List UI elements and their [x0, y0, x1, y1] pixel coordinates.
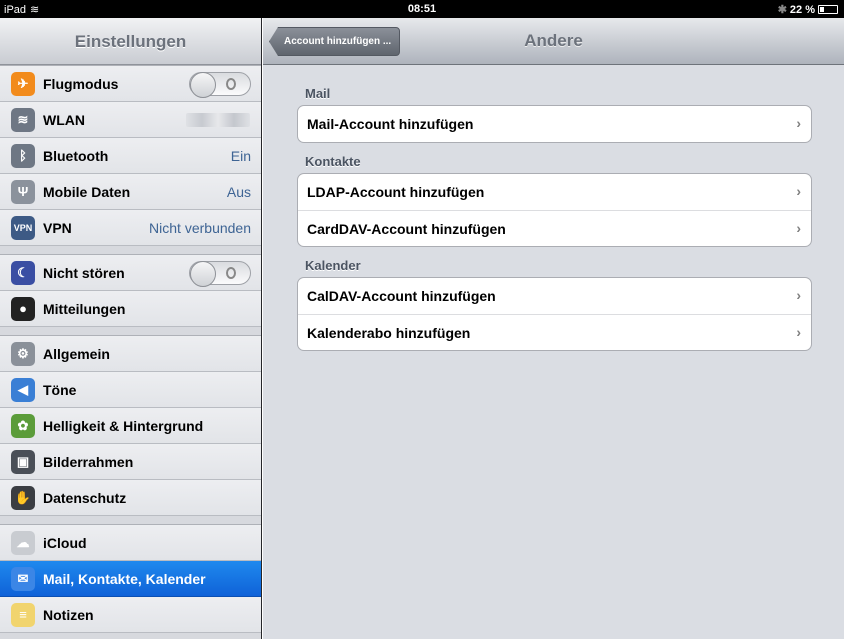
group-gap	[0, 246, 261, 254]
sidebar-item-flugmodus[interactable]: ✈ Flugmodus	[0, 66, 261, 102]
sidebar-title: Einstellungen	[0, 18, 261, 65]
flower-icon: ✿	[11, 413, 35, 438]
sidebar-item-notizen[interactable]: ≡ Notizen	[0, 597, 261, 633]
sidebar-item-bluetooth[interactable]: ᛒ Bluetooth Ein	[0, 138, 261, 174]
hand-icon: ✋	[11, 485, 35, 510]
sidebar-item-nicht-stören[interactable]: ☾ Nicht stören	[0, 255, 261, 291]
toggle-off-indicator	[226, 266, 236, 279]
sidebar-item-label: Helligkeit & Hintergrund	[43, 417, 204, 434]
mail-icon: ✉	[11, 566, 35, 591]
picture-frame-icon: ▣	[11, 449, 35, 474]
battery-icon	[818, 5, 838, 14]
section-card: CalDAV-Account hinzufügen › Kalenderabo hi…	[297, 277, 812, 351]
status-bar: iPad ≋ 08:51 ✱ 22 %	[0, 0, 844, 18]
navigation-bar: Account hinzufügen ... Andere	[263, 18, 844, 65]
settings-sidebar: Einstellungen ✈ Flugmodus ≋ WLAN ᛒ Bluetooth E…	[0, 18, 262, 639]
vpn-icon: VPN	[11, 215, 35, 240]
sidebar-item-label: iCloud	[43, 534, 87, 551]
sidebar-group: ✈ Flugmodus ≋ WLAN ᛒ Bluetooth Ein Ψ Mobile Date…	[0, 65, 261, 246]
antenna-icon: Ψ	[11, 179, 35, 204]
row-label: CalDAV-Account hinzufügen	[307, 288, 496, 304]
sidebar-item-label: Bluetooth	[43, 147, 109, 164]
sidebar-item-mail-kontakte-kalender[interactable]: ✉ Mail, Kontakte, Kalender	[0, 561, 261, 597]
sidebar-item-label: Mobile Daten	[43, 183, 131, 200]
row-label: Mail-Account hinzufügen	[307, 116, 474, 132]
chevron-right-icon: ›	[796, 287, 801, 303]
row-caldav-account-hinzuf-gen[interactable]: CalDAV-Account hinzufügen ›	[298, 278, 811, 314]
section-label: Kalender	[305, 258, 361, 273]
toggle-knob	[190, 260, 216, 287]
sidebar-item-label: Mail, Kontakte, Kalender	[43, 570, 206, 587]
flugmodus-toggle[interactable]	[189, 71, 251, 98]
bluetooth-status-icon: ✱	[777, 4, 787, 16]
sidebar-item-label: Töne	[43, 381, 77, 398]
section-kalender: Kalender CalDAV-Account hinzufügen › Kalend…	[297, 247, 812, 351]
group-gap	[0, 516, 261, 524]
sections: Mail Mail-Account hinzufügen › Kontakte LDAP…	[263, 65, 844, 351]
sidebar-item-töne[interactable]: ◀ Töne	[0, 372, 261, 408]
chevron-right-icon: ›	[796, 220, 801, 236]
chevron-right-icon: ›	[796, 183, 801, 199]
sidebar-item-value: Nicht verbunden	[149, 219, 251, 236]
toggle-knob	[190, 71, 216, 98]
sidebar-item-mitteilungen[interactable]: ● Mitteilungen	[0, 291, 261, 327]
sidebar-item-mobile-daten[interactable]: Ψ Mobile Daten Aus	[0, 174, 261, 210]
row-label: LDAP-Account hinzufügen	[307, 184, 485, 200]
toggle-off-indicator	[226, 77, 236, 90]
sidebar-item-label: Notizen	[43, 606, 94, 623]
sidebar-item-label: WLAN	[43, 111, 85, 128]
detail-pane: Account hinzufügen ... Andere Mail Mail-A…	[263, 18, 844, 639]
sidebar-item-label: Bilderrahmen	[43, 453, 134, 470]
section-label: Mail	[305, 86, 331, 101]
sidebar-list: ✈ Flugmodus ≋ WLAN ᛒ Bluetooth Ein Ψ Mobile Date…	[0, 65, 261, 633]
sidebar-group: ☁ iCloud ✉ Mail, Kontakte, Kalender ≡ Notizen	[0, 524, 261, 633]
status-right: ✱ 22 %	[778, 3, 838, 16]
sidebar-item-label: VPN	[43, 219, 72, 236]
wifi-icon: ≋	[11, 107, 35, 132]
row-label: CardDAV-Account hinzufügen	[307, 220, 506, 237]
row-label: Kalenderabo hinzufügen	[307, 324, 471, 341]
moon-icon: ☾	[11, 260, 35, 285]
sidebar-item-label: Datenschutz	[43, 489, 127, 506]
sidebar-item-wlan[interactable]: ≋ WLAN	[0, 102, 261, 138]
cloud-icon: ☁	[11, 530, 35, 555]
sidebar-group: ☾ Nicht stören ● Mitteilungen	[0, 254, 261, 327]
sidebar-item-label: Allgemein	[43, 345, 110, 362]
row-mail-account-hinzuf-gen[interactable]: Mail-Account hinzufügen ›	[298, 106, 811, 142]
sidebar-item-icloud[interactable]: ☁ iCloud	[0, 525, 261, 561]
chevron-right-icon: ›	[796, 324, 801, 340]
row-kalenderabo-hinzuf-gen[interactable]: Kalenderabo hinzufügen ›	[298, 314, 811, 350]
chevron-right-icon: ›	[796, 115, 801, 131]
page-title: Andere	[524, 31, 583, 50]
sidebar-item-label: Mitteilungen	[43, 300, 126, 317]
sidebar-item-bilderrahmen[interactable]: ▣ Bilderrahmen	[0, 444, 261, 480]
sidebar-item-value: Aus	[226, 183, 251, 200]
sidebar-item-value: Ein	[230, 147, 251, 164]
airplane-icon: ✈	[11, 71, 35, 96]
section-mail: Mail Mail-Account hinzufügen ›	[297, 75, 812, 143]
row-ldap-account-hinzuf-gen[interactable]: LDAP-Account hinzufügen ›	[298, 174, 811, 210]
status-time: 08:51	[407, 3, 437, 15]
notes-icon: ≡	[11, 602, 35, 627]
row-carddav-account-hinzuf-gen[interactable]: CardDAV-Account hinzufügen ›	[298, 210, 811, 246]
section-card: LDAP-Account hinzufügen › CardDAV-Account …	[297, 173, 812, 247]
section-label: Kontakte	[305, 154, 361, 169]
blurred-network-name	[186, 112, 250, 127]
gear-icon: ⚙	[11, 341, 35, 366]
battery-percent: 22 %	[789, 3, 815, 16]
speaker-icon: ◀	[11, 377, 35, 402]
sidebar-item-vpn[interactable]: VPN VPN Nicht verbunden	[0, 210, 261, 246]
bluetooth-icon: ᛒ	[11, 143, 35, 168]
sidebar-item-datenschutz[interactable]: ✋ Datenschutz	[0, 480, 261, 516]
nicht-stören-toggle[interactable]	[189, 260, 251, 287]
sidebar-group: ⚙ Allgemein ◀ Töne ✿ Helligkeit & Hintergrund…	[0, 335, 261, 516]
notifications-icon: ●	[11, 296, 35, 321]
section-kontakte: Kontakte LDAP-Account hinzufügen › CardDAV-…	[297, 143, 812, 247]
group-gap	[0, 327, 261, 335]
sidebar-item-label: Nicht stören	[43, 264, 125, 281]
sidebar-item-label: Flugmodus	[43, 75, 119, 92]
sidebar-item-helligkeit-hintergrund[interactable]: ✿ Helligkeit & Hintergrund	[0, 408, 261, 444]
sidebar-item-allgemein[interactable]: ⚙ Allgemein	[0, 336, 261, 372]
section-card: Mail-Account hinzufügen ›	[297, 105, 812, 143]
